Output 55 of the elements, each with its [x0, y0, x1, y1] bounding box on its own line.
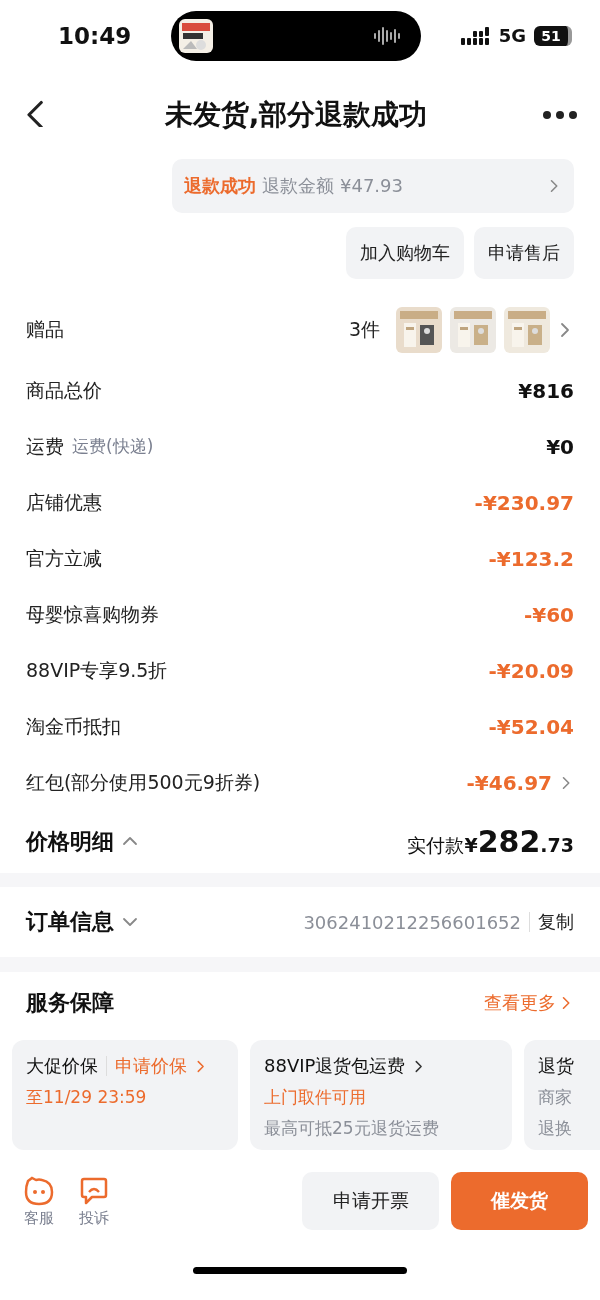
copy-button[interactable]: 复制: [538, 910, 574, 935]
status-time: 10:49: [58, 22, 132, 49]
service-detail: 至11/29 23:59: [26, 1086, 148, 1109]
signal-icon: [460, 25, 491, 46]
price-value: -¥20.09: [488, 658, 574, 683]
service-title: 退货: [538, 1054, 574, 1078]
shipping-note: 运费(快递): [72, 435, 154, 459]
service-card[interactable]: 大促价保 申请价保 至11/29 23:59: [12, 1040, 238, 1150]
smiley-face-icon: [22, 1174, 56, 1207]
price-value: -¥52.04: [488, 714, 574, 739]
service-title: 88VIP退货包运费: [264, 1054, 406, 1078]
service-detail: 商家: [538, 1086, 573, 1109]
more-icon[interactable]: [542, 110, 578, 120]
price-value: -¥46.97: [466, 770, 552, 795]
price-value: ¥816: [518, 378, 574, 403]
price-label: 母婴惊喜购物券: [26, 601, 159, 627]
paid-decimal: .73: [540, 834, 574, 857]
price-value: -¥60: [523, 602, 574, 627]
refund-status: 退款成功: [184, 173, 256, 198]
waveform-icon: [372, 24, 403, 47]
action-button[interactable]: 加入购物车: [346, 226, 464, 279]
service-detail: 上门取件可用: [264, 1086, 367, 1109]
price-value: -¥230.97: [474, 490, 574, 515]
action-button[interactable]: 申请售后: [474, 226, 574, 279]
order-number: 3062410212256601652: [303, 911, 521, 933]
paid-amount: 282: [477, 824, 541, 860]
bottom-icon-button[interactable]: 客服: [22, 1174, 56, 1228]
service-detail: 最高可抵25元退货运费: [264, 1117, 440, 1140]
price-detail-label[interactable]: 价格明细: [26, 826, 114, 857]
invoice-button[interactable]: 申请开票: [302, 1172, 439, 1230]
price-label: 商品总价: [26, 377, 102, 403]
order-info-label[interactable]: 订单信息: [26, 907, 114, 938]
price-label: 官方立减: [26, 545, 102, 571]
gift-count: 3件: [348, 316, 380, 342]
price-label: 淘金币抵扣: [26, 713, 121, 739]
price-label: 店铺优惠: [26, 489, 102, 515]
price-label: 运费: [26, 433, 64, 459]
refund-amount: ¥47.93: [340, 175, 403, 197]
gift-label: 赠品: [26, 316, 64, 342]
service-card[interactable]: 88VIP退货包运费 上门取件可用 最高可抵25元退货运费: [250, 1040, 512, 1150]
bottom-icon-button[interactable]: 投诉: [78, 1174, 110, 1228]
services-title: 服务保障: [26, 989, 114, 1017]
price-label: 红包(部分使用500元9折券): [26, 769, 261, 795]
service-title: 大促价保: [26, 1054, 98, 1078]
refund-label: 退款金额: [262, 173, 334, 198]
service-card[interactable]: 退货 商家 退换: [524, 1040, 600, 1150]
price-value: ¥0: [546, 434, 574, 459]
currency-sign: ¥: [464, 834, 478, 857]
price-label: 88VIP专享9.5折: [26, 657, 168, 683]
service-detail: 退换: [538, 1117, 573, 1140]
network-type: 5G: [498, 25, 526, 47]
paid-label: 实付款: [407, 833, 465, 859]
price-value: -¥123.2: [488, 546, 574, 571]
battery-level: 51: [534, 25, 572, 46]
page-title: 未发货,部分退款成功: [164, 97, 428, 133]
